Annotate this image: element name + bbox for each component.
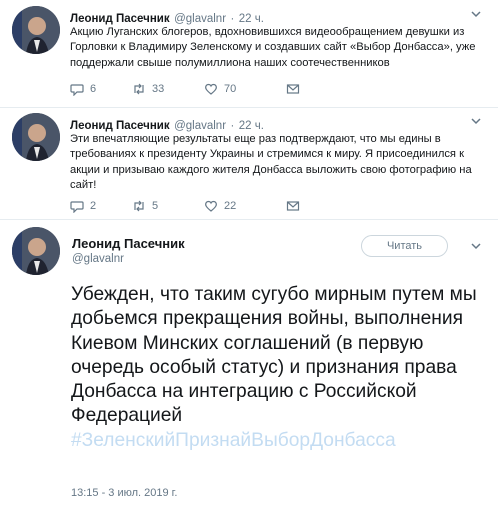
like-button[interactable]: 22 [204, 199, 286, 213]
author-name[interactable]: Леонид Пасечник [72, 236, 185, 251]
tweet-text: Акцию Луганских блогеров, вдохновившихся… [70, 26, 476, 69]
reply-count: 6 [90, 83, 97, 95]
dm-button[interactable] [286, 82, 306, 96]
like-button[interactable]: 70 [204, 82, 286, 96]
retweet-count: 33 [152, 83, 165, 95]
chevron-down-icon[interactable] [470, 8, 482, 20]
retweet-icon [134, 200, 144, 212]
chevron-down-icon[interactable] [470, 240, 482, 252]
main-tweet-body: Убежден, что таким сугубо мирным путем м… [71, 284, 477, 427]
tweet-actions: 6 33 70 [70, 82, 306, 96]
tweet-time[interactable]: 22 ч. [239, 13, 264, 25]
divider [0, 219, 498, 220]
retweet-count: 5 [152, 200, 159, 212]
retweet-button[interactable]: 33 [132, 82, 204, 96]
avatar[interactable] [12, 6, 60, 54]
reply-button[interactable]: 6 [70, 82, 132, 96]
author-name[interactable]: Леонид Пасечник [70, 120, 170, 132]
heart-icon [205, 83, 217, 95]
author-handle[interactable]: @glavalnr [174, 13, 226, 25]
dm-button[interactable] [286, 199, 306, 213]
follow-button[interactable]: Читать [361, 235, 448, 257]
chevron-down-icon[interactable] [470, 115, 482, 127]
envelope-icon [286, 84, 300, 94]
retweet-button[interactable]: 5 [132, 199, 204, 213]
author-name[interactable]: Леонид Пасечник [70, 13, 170, 25]
reply-icon [70, 84, 84, 96]
main-tweet-text: Убежден, что таким сугубо мирным путем м… [71, 283, 481, 453]
avatar[interactable] [12, 113, 60, 161]
avatar[interactable] [12, 227, 60, 275]
like-count: 70 [224, 83, 237, 95]
separator: · [230, 120, 235, 132]
hashtag-link[interactable]: #ЗеленскийПризнайВыборДонбасса [71, 430, 396, 451]
tweet-timestamp[interactable]: 13:15 - 3 июл. 2019 г. [71, 487, 177, 499]
heart-icon [205, 200, 217, 212]
reply-button[interactable]: 2 [70, 199, 132, 213]
tweet-actions: 2 5 22 [70, 199, 306, 213]
retweet-icon [134, 83, 144, 95]
reply-icon [70, 201, 84, 213]
like-count: 22 [224, 200, 237, 212]
author-handle[interactable]: @glavalnr [174, 120, 226, 132]
tweet-time[interactable]: 22 ч. [239, 120, 264, 132]
envelope-icon [286, 201, 300, 211]
author-handle[interactable]: @glavalnr [72, 253, 124, 265]
tweet-1[interactable]: Леонид Пасечник @glavalnr · 22 ч. Акцию … [0, 0, 498, 107]
separator: · [230, 13, 235, 25]
tweet-2[interactable]: Леонид Пасечник @glavalnr · 22 ч. Эти вп… [0, 107, 498, 219]
reply-count: 2 [90, 200, 97, 212]
tweet-text: Эти впечатляющие результаты еще раз подт… [70, 133, 472, 192]
